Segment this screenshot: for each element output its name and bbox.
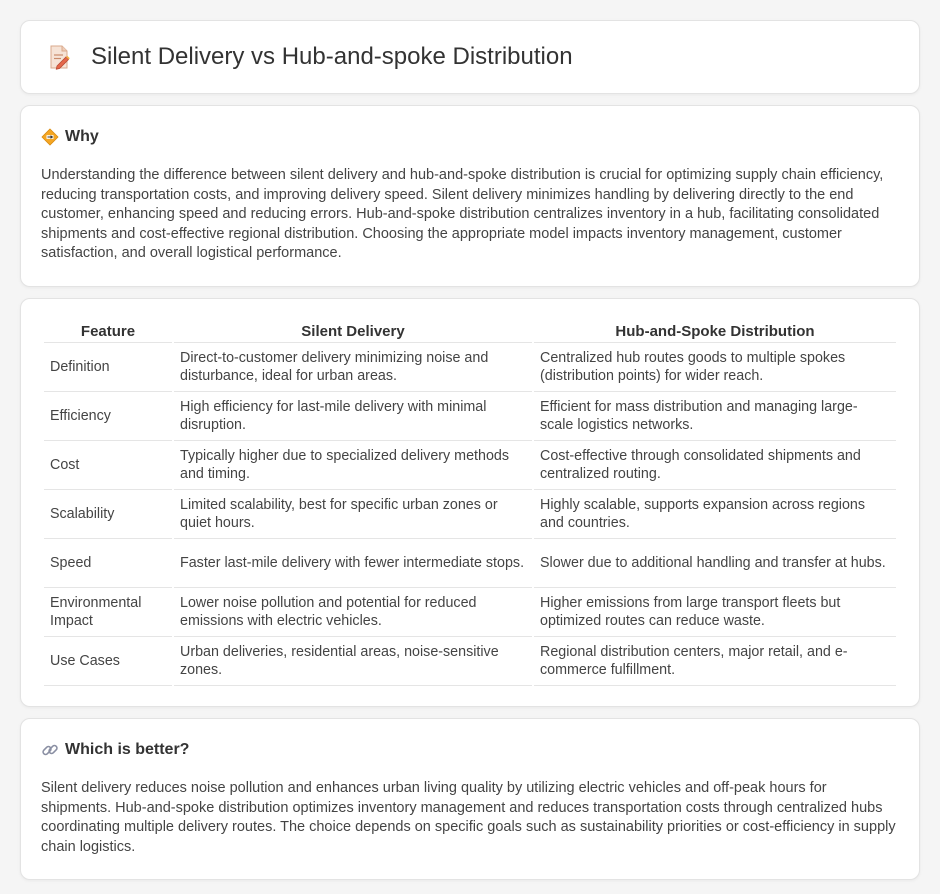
silent-cell: Faster last-mile delivery with fewer int… [174, 539, 532, 588]
hub-cell: Regional distribution centers, major ret… [534, 637, 896, 686]
silent-cell: Typically higher due to specialized deli… [174, 441, 532, 490]
why-section: Why Understanding the difference between… [20, 105, 920, 287]
why-heading: Why [65, 128, 99, 145]
hub-cell: Efficient for mass distribution and mana… [534, 392, 896, 441]
which-better-section: Which is better? Silent delivery reduces… [20, 717, 920, 881]
table-row: Efficiency High efficiency for last-mile… [44, 392, 896, 441]
warning-diamond-icon [41, 128, 59, 146]
page-title: Silent Delivery vs Hub-and-spoke Distrib… [91, 43, 573, 70]
hub-cell: Cost-effective through consolidated ship… [534, 441, 896, 490]
feature-cell: Speed [44, 539, 172, 588]
table-row: Definition Direct-to-customer delivery m… [44, 343, 896, 392]
table-row: Speed Faster last-mile delivery with few… [44, 539, 896, 588]
title-card: Silent Delivery vs Hub-and-spoke Distrib… [20, 20, 920, 94]
silent-cell: High efficiency for last-mile delivery w… [174, 392, 532, 441]
table-row: Cost Typically higher due to specialized… [44, 441, 896, 490]
silent-cell: Urban deliveries, residential areas, noi… [174, 637, 532, 686]
feature-cell: Efficiency [44, 392, 172, 441]
header-silent-delivery: Silent Delivery [174, 319, 532, 343]
hub-cell: Higher emissions from large transport fl… [534, 588, 896, 637]
document-pencil-icon [50, 45, 70, 70]
table-row: Environmental Impact Lower noise polluti… [44, 588, 896, 637]
table-row: Scalability Limited scalability, best fo… [44, 490, 896, 539]
table-row: Use Cases Urban deliveries, residential … [44, 637, 896, 686]
which-better-heading: Which is better? [65, 740, 190, 758]
link-icon [42, 744, 58, 756]
feature-cell: Cost [44, 441, 172, 490]
table-header-row: Feature Silent Delivery Hub-and-Spoke Di… [44, 319, 896, 343]
silent-cell: Limited scalability, best for specific u… [174, 490, 532, 539]
hub-cell: Highly scalable, supports expansion acro… [534, 490, 896, 539]
why-text: Understanding the difference between sil… [41, 167, 884, 262]
silent-cell: Lower noise pollution and potential for … [174, 588, 532, 637]
feature-cell: Use Cases [44, 637, 172, 686]
feature-cell: Definition [44, 343, 172, 392]
feature-cell: Scalability [44, 490, 172, 539]
header-feature: Feature [44, 319, 172, 343]
silent-cell: Direct-to-customer delivery minimizing n… [174, 343, 532, 392]
hub-cell: Centralized hub routes goods to multiple… [534, 343, 896, 392]
header-hub-and-spoke: Hub-and-Spoke Distribution [534, 319, 896, 343]
feature-cell: Environmental Impact [44, 588, 172, 637]
which-better-header: Which is better? [41, 741, 899, 759]
why-header: Why [41, 128, 899, 146]
comparison-table-card: Feature Silent Delivery Hub-and-Spoke Di… [20, 297, 920, 707]
which-better-text: Silent delivery reduces noise pollution … [41, 779, 896, 855]
hub-cell: Slower due to additional handling and tr… [534, 539, 896, 588]
comparison-table: Feature Silent Delivery Hub-and-Spoke Di… [42, 319, 898, 686]
